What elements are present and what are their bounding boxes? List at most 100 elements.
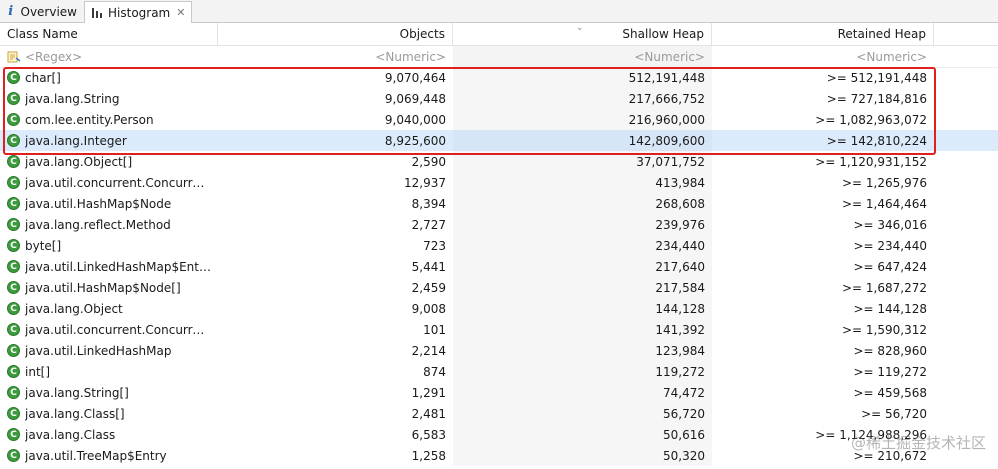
class-icon: C [7, 92, 20, 105]
info-icon: i [8, 4, 14, 19]
table-row[interactable]: Cjava.util.TreeMap$Entry 1,258 50,320 >= 21… [0, 445, 998, 466]
class-icon: C [7, 218, 20, 231]
shallow-heap-cell: 119,272 [453, 361, 712, 382]
tab-histogram[interactable]: Histogram ✕ [84, 1, 192, 23]
class-name: java.lang.reflect.Method [25, 217, 171, 232]
tab-histogram-label: Histogram [108, 5, 171, 20]
class-name: java.lang.Object [25, 301, 123, 316]
class-icon: C [7, 134, 20, 147]
class-icon: C [7, 239, 20, 252]
class-icon: C [7, 281, 20, 294]
retained-heap-cell: >= 56,720 [861, 406, 927, 421]
class-icon: C [7, 365, 20, 378]
class-name-cell: Cjava.lang.Object [0, 298, 218, 319]
class-name-cell: Cjava.lang.reflect.Method [0, 214, 218, 235]
table-row[interactable]: Cjava.lang.String 9,069,448 217,666,752 >= … [0, 88, 998, 109]
table-row[interactable]: Cint[] 874 119,272 >= 119,272 [0, 361, 998, 382]
class-name-cell: Cjava.util.LinkedHashMap [0, 340, 218, 361]
class-name: java.lang.String[] [25, 385, 129, 400]
table-row[interactable]: Cjava.lang.Object 9,008 144,128 >= 144,128 [0, 298, 998, 319]
table-row[interactable]: Cjava.lang.String[] 1,291 74,472 >= 459,568 [0, 382, 998, 403]
editor-tab-bar: i Overview Histogram ✕ [0, 0, 998, 23]
shallow-heap-cell: 37,071,752 [453, 151, 712, 172]
retained-heap-cell: >= 119,272 [853, 364, 927, 379]
retained-heap-cell: >= 210,672 [853, 448, 927, 463]
table-row[interactable]: Cjava.lang.Integer 8,925,600 142,809,600 >=… [0, 130, 998, 151]
table-row[interactable]: Cjava.util.concurrent.Concurrent... 12,93… [0, 172, 998, 193]
retained-heap-cell: >= 1,687,272 [842, 280, 927, 295]
class-name: int[] [25, 364, 51, 379]
close-icon[interactable]: ✕ [176, 6, 185, 19]
class-icon: C [7, 323, 20, 336]
class-name: com.lee.entity.Person [25, 112, 154, 127]
column-header-retained-heap[interactable]: Retained Heap [712, 23, 934, 45]
filter-row: <Regex> <Numeric> <Numeric> <Numeric> [0, 46, 998, 68]
class-name-filter-placeholder: <Regex> [25, 49, 83, 64]
table-row[interactable]: Cjava.util.LinkedHashMap 2,214 123,984 >= 8… [0, 340, 998, 361]
class-name-cell: Cjava.lang.Object[] [0, 151, 218, 172]
shallow-heap-cell: 50,320 [453, 445, 712, 466]
table-row[interactable]: Cjava.lang.reflect.Method 2,727 239,976 >= … [0, 214, 998, 235]
class-name-cell: Ccom.lee.entity.Person [0, 109, 218, 130]
tab-overview-label: Overview [20, 4, 78, 19]
retained-heap-cell: >= 727,184,816 [826, 91, 927, 106]
retained-heap-cell: >= 512,191,448 [826, 70, 927, 85]
class-icon: C [7, 71, 20, 84]
retained-heap-cell: >= 1,120,931,152 [815, 154, 927, 169]
retained-heap-cell: >= 828,960 [853, 343, 927, 358]
table-header: Class Name Objects Shallow Heap Retained… [0, 23, 998, 46]
class-name: char[] [25, 70, 61, 85]
histogram-icon [91, 6, 103, 20]
regex-filter-icon [7, 50, 21, 64]
class-name: java.util.LinkedHashMap [25, 343, 172, 358]
table-row[interactable]: Cjava.util.HashMap$Node 8,394 268,608 >= 1,… [0, 193, 998, 214]
class-icon: C [7, 386, 20, 399]
class-name-filter[interactable]: <Regex> [0, 46, 218, 67]
retained-heap-filter[interactable]: <Numeric> [712, 46, 934, 67]
objects-cell: 2,727 [411, 217, 446, 232]
table-row[interactable]: Cjava.util.concurrent.Concurrent... 101 14… [0, 319, 998, 340]
table-row[interactable]: Ccom.lee.entity.Person 9,040,000 216,960,0… [0, 109, 998, 130]
class-icon: C [7, 155, 20, 168]
objects-cell: 2,481 [411, 406, 446, 421]
shallow-heap-cell: 413,984 [453, 172, 712, 193]
shallow-heap-cell: 239,976 [453, 214, 712, 235]
tab-overview[interactable]: i Overview [0, 1, 83, 22]
class-icon: C [7, 260, 20, 273]
column-header-objects[interactable]: Objects [218, 23, 453, 45]
table-row[interactable]: Cjava.lang.Class[] 2,481 56,720 >= 56,720 [0, 403, 998, 424]
objects-cell: 1,258 [411, 448, 446, 463]
shallow-heap-cell: 123,984 [453, 340, 712, 361]
shallow-heap-cell: 217,666,752 [453, 88, 712, 109]
table-row[interactable]: Cjava.util.LinkedHashMap$Entry 5,441 217,6… [0, 256, 998, 277]
class-name-cell: Cjava.lang.String [0, 88, 218, 109]
class-icon: C [7, 344, 20, 357]
table-row[interactable]: Cjava.util.HashMap$Node[] 2,459 217,584 >= … [0, 277, 998, 298]
class-name-cell: Cjava.util.concurrent.Concurrent... [0, 172, 218, 193]
retained-heap-cell: >= 1,124,988,296 [815, 427, 927, 442]
retained-heap-cell: >= 346,016 [853, 217, 927, 232]
class-name: byte[] [25, 238, 62, 253]
class-name: java.lang.Class [25, 427, 116, 442]
objects-filter[interactable]: <Numeric> [218, 46, 453, 67]
class-icon: C [7, 449, 20, 462]
column-header-class-name[interactable]: Class Name [0, 23, 218, 45]
retained-heap-cell: >= 1,082,963,072 [815, 112, 927, 127]
table-row[interactable]: Cjava.lang.Class 6,583 50,616 >= 1,124,988,… [0, 424, 998, 445]
shallow-heap-cell: 217,640 [453, 256, 712, 277]
shallow-heap-cell: 56,720 [453, 403, 712, 424]
class-icon: C [7, 302, 20, 315]
class-name-cell: Cjava.lang.String[] [0, 382, 218, 403]
objects-cell: 9,069,448 [384, 91, 446, 106]
table-row[interactable]: Cjava.lang.Object[] 2,590 37,071,752 >= 1,1… [0, 151, 998, 172]
class-icon: C [7, 197, 20, 210]
shallow-heap-filter[interactable]: <Numeric> [453, 46, 712, 67]
shallow-heap-cell: 234,440 [453, 235, 712, 256]
table-row[interactable]: Cbyte[] 723 234,440 >= 234,440 [0, 235, 998, 256]
class-name-cell: Cjava.util.TreeMap$Entry [0, 445, 218, 466]
class-name-cell: Cint[] [0, 361, 218, 382]
class-name: java.util.LinkedHashMap$Entry [25, 259, 211, 274]
table-row[interactable]: Cchar[] 9,070,464 512,191,448 >= 512,191,44… [0, 67, 998, 88]
retained-heap-cell: >= 234,440 [853, 238, 927, 253]
shallow-heap-cell: 141,392 [453, 319, 712, 340]
